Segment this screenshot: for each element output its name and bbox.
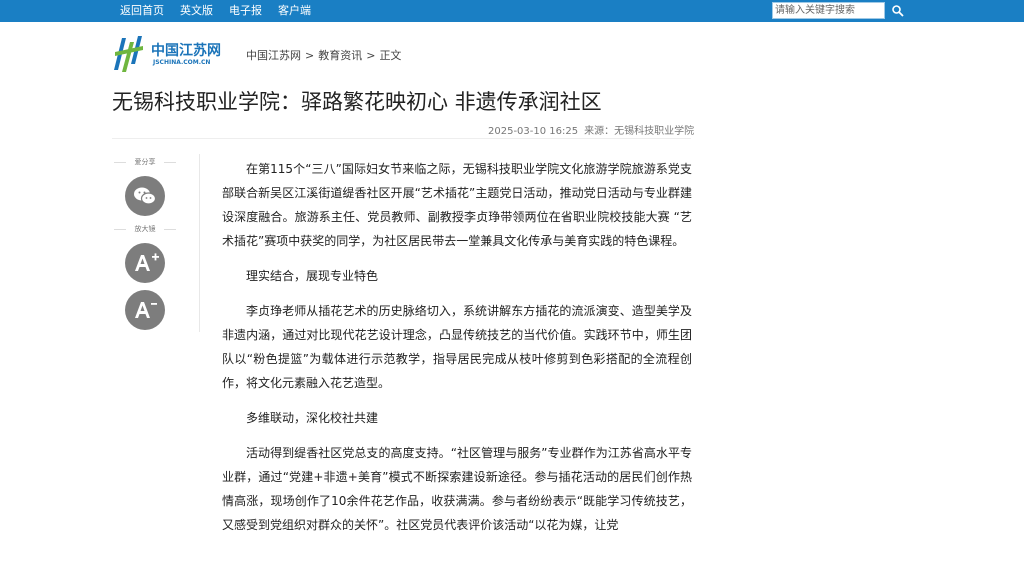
breadcrumb: 中国江苏网 > 教育资讯 > 正文 — [246, 47, 401, 63]
font-decrease-icon — [135, 302, 157, 318]
logo-name: 中国江苏网 — [151, 43, 221, 59]
logo-domain: JSCHINA.COM.CN — [153, 59, 211, 66]
article-paragraph: 李贞琤老师从插花艺术的历史脉络切入，系统讲解东方插花的流派演变、造型美学及非遗内… — [222, 304, 692, 390]
wechat-share-button[interactable] — [125, 176, 165, 216]
article-body: 在第115个“三八”国际妇女节来临之际，无锡科技职业学院文化旅游学院旅游系党支部… — [222, 157, 692, 548]
wechat-icon — [134, 187, 157, 205]
article-date: 2025-03-10 16:25 — [488, 126, 579, 137]
nav-link-epaper[interactable]: 电子报 — [229, 0, 262, 22]
article-subheading: 理实结合，展现专业特色 — [246, 269, 379, 283]
title-divider — [112, 138, 691, 139]
top-nav-links: 返回首页 英文版 电子报 客户端 — [120, 0, 327, 22]
font-increase-icon — [135, 253, 159, 271]
article-source: 来源：无锡科技职业学院 — [584, 126, 695, 137]
breadcrumb-item-home[interactable]: 中国江苏网 — [246, 49, 301, 62]
article-paragraph: 在第115个“三八”国际妇女节来临之际，无锡科技职业学院文化旅游学院旅游系党支部… — [222, 162, 692, 248]
share-label: 爱分享 — [112, 157, 178, 167]
breadcrumb-separator: > — [305, 49, 315, 62]
article-paragraph: 活动得到缇香社区党总支的高度支持。“社区管理与服务”专业群作为江苏省高水平专业群… — [222, 446, 692, 532]
search-input[interactable]: 请输入关键字搜索 — [772, 2, 885, 19]
font-increase-button[interactable] — [125, 243, 165, 283]
search-icon[interactable] — [891, 4, 905, 18]
breadcrumb-item-education[interactable]: 教育资讯 — [318, 49, 362, 62]
font-decrease-button[interactable] — [125, 290, 165, 330]
breadcrumb-separator: > — [366, 49, 376, 62]
article-subheading: 多维联动，深化校社共建 — [246, 411, 379, 425]
article-title: 无锡科技职业学院：驿路繁花映初心 非遗传承润社区 — [112, 90, 602, 114]
zoom-label: 放大镜 — [112, 224, 178, 234]
nav-link-client[interactable]: 客户端 — [278, 0, 311, 22]
top-nav-bar: 返回首页 英文版 电子报 客户端 请输入关键字搜索 — [0, 0, 1024, 22]
article-meta: 2025-03-10 16:25 来源：无锡科技职业学院 — [488, 122, 694, 137]
nav-link-english[interactable]: 英文版 — [180, 0, 213, 22]
logo-mark-icon — [114, 36, 143, 72]
side-tools: 爱分享 放大镜 — [112, 154, 200, 332]
breadcrumb-item-current: 正文 — [379, 49, 402, 62]
nav-link-home[interactable]: 返回首页 — [120, 0, 164, 22]
site-logo[interactable]: 中国江苏网 JSCHINA.COM.CN — [113, 34, 223, 74]
